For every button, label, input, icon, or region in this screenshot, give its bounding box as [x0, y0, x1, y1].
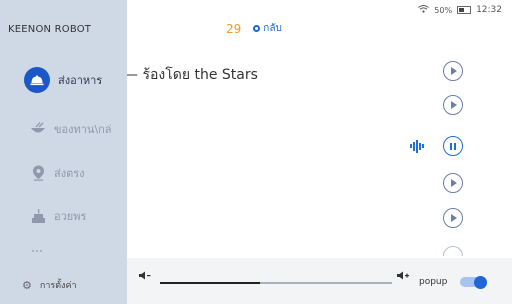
cloche-icon	[24, 67, 50, 93]
play-icon	[451, 179, 457, 187]
popup-label: popup	[419, 277, 448, 287]
battery-percent: 50%	[434, 5, 453, 15]
sidebar-item-dishes[interactable]: ของทาน\กล่	[30, 120, 112, 138]
back-icon	[253, 25, 261, 32]
volume-slider[interactable]	[160, 281, 392, 284]
gear-icon: ⚙	[22, 278, 32, 292]
sidebar-item-label: ของทาน\กล่	[54, 123, 112, 136]
play-button[interactable]	[443, 95, 463, 115]
sidebar-item-food-delivery[interactable]: ส่งอาหาร	[24, 67, 102, 93]
sidebar-item-label: อวยพร	[54, 210, 87, 223]
song-title: — ร้องโดย the Stars	[124, 67, 258, 83]
brand-name: KEENON ROBOT	[8, 24, 92, 35]
popup-toggle[interactable]	[460, 275, 487, 289]
sidebar-item-more[interactable]	[30, 244, 54, 254]
settings-button[interactable]: ⚙ การตั้งค่า	[22, 278, 77, 292]
sidebar-item-birthday[interactable]: อวยพร	[30, 207, 86, 225]
play-button[interactable]	[443, 208, 463, 228]
sidebar-item-direct-delivery[interactable]: ส่งตรง	[30, 164, 85, 182]
bowl-icon	[30, 121, 46, 137]
volume-down-icon[interactable]	[139, 270, 152, 283]
pause-icon	[450, 142, 456, 150]
sidebar: KEENON ROBOT ส่งอาหาร ของทาน\กล่ ส่งตรง …	[0, 0, 127, 304]
sidebar-item-label: ส่งอาหาร	[58, 74, 103, 87]
play-button[interactable]	[443, 173, 463, 193]
play-button[interactable]	[443, 61, 463, 81]
header: 29 กลับ	[226, 21, 282, 36]
screen: 50% 12:32 29 กลับ — ร้องโดย the Stars KE…	[0, 0, 512, 304]
play-icon	[451, 214, 457, 222]
song-count: 29	[226, 21, 242, 36]
location-pin-icon	[30, 165, 46, 181]
wifi-icon	[418, 5, 430, 15]
toggle-knob	[474, 275, 487, 289]
bottom-bar: popup	[127, 258, 512, 304]
back-label: กลับ	[263, 23, 282, 34]
equalizer-icon	[410, 139, 424, 153]
play-icon	[451, 101, 457, 109]
cake-icon	[30, 208, 46, 224]
back-button[interactable]: กลับ	[253, 21, 282, 36]
sidebar-item-label: ส่งตรง	[54, 167, 85, 180]
clock: 12:32	[476, 5, 502, 15]
play-button[interactable]	[443, 246, 463, 256]
battery-icon	[457, 6, 472, 14]
status-bar: 50% 12:32	[418, 0, 502, 20]
pause-button[interactable]	[443, 136, 463, 156]
settings-label: การตั้งค่า	[39, 281, 77, 291]
volume-fill	[160, 281, 260, 284]
grid-icon	[30, 244, 46, 254]
volume-up-icon[interactable]	[397, 270, 410, 283]
play-icon	[451, 67, 457, 75]
